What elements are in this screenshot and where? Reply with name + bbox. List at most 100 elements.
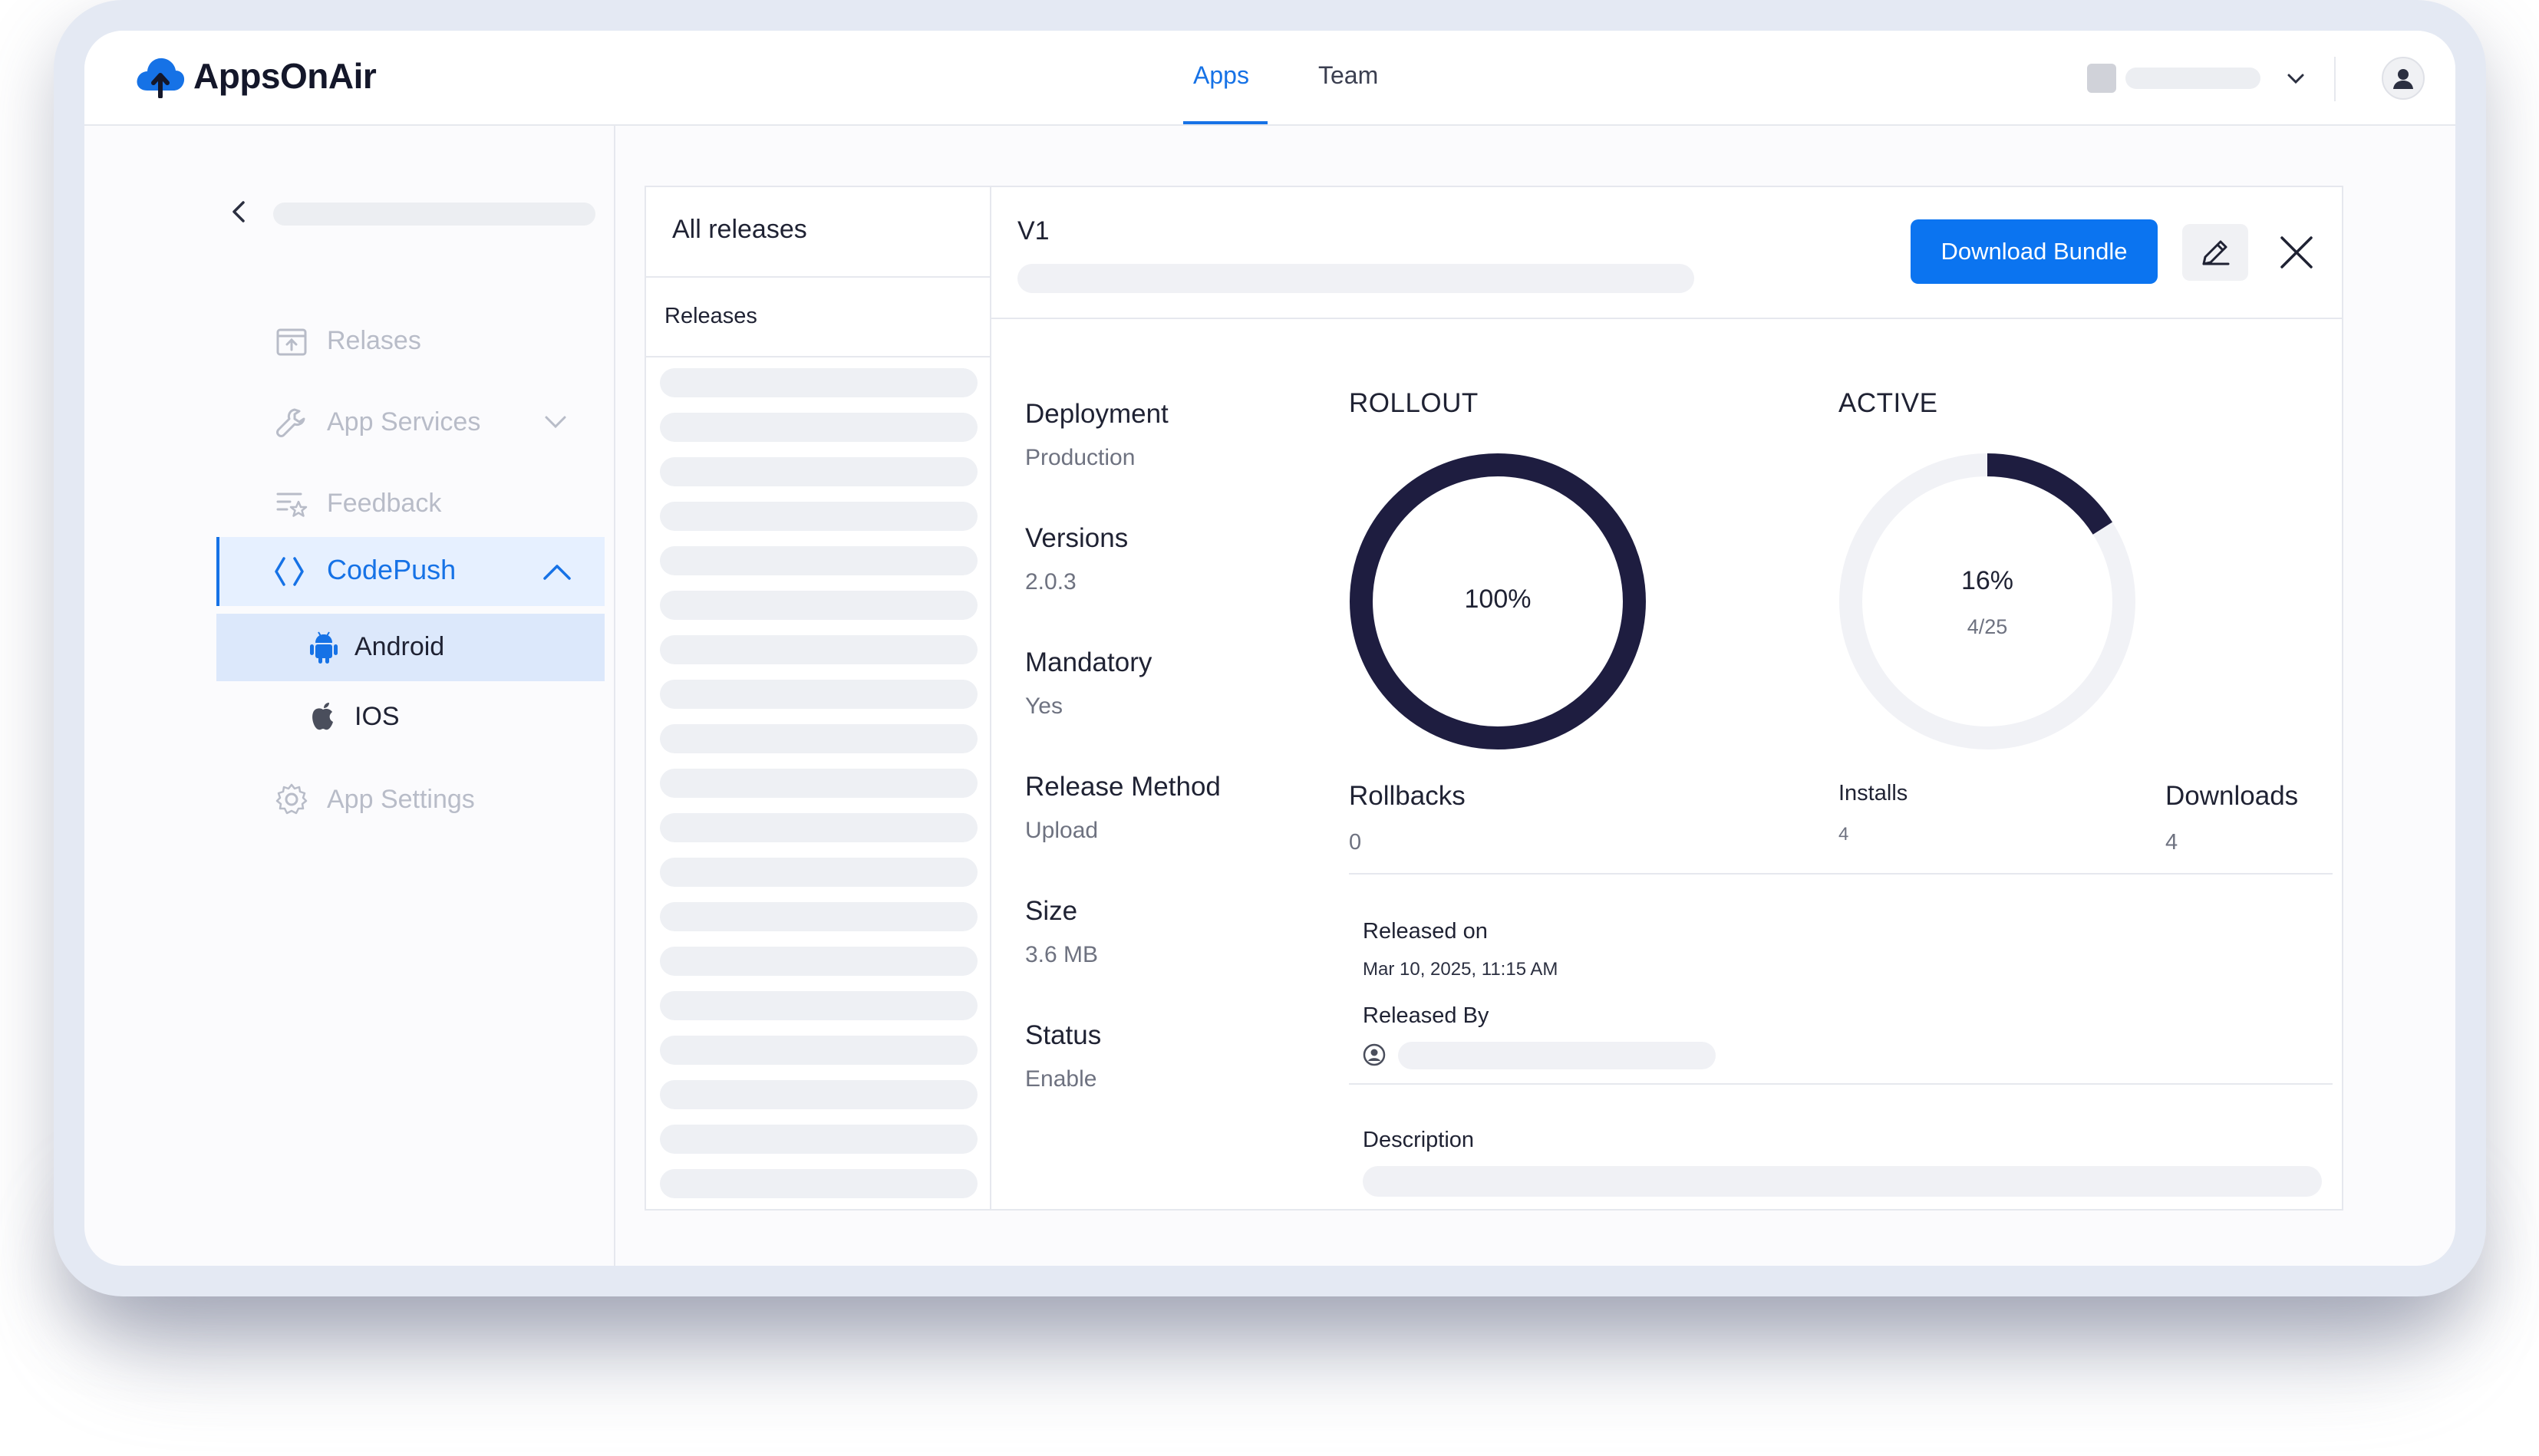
android-icon bbox=[310, 631, 338, 664]
field-value: Yes bbox=[1025, 693, 1063, 719]
sidebar-item-label: CodePush bbox=[327, 554, 457, 585]
sidebar-subitem-ios[interactable]: IOS bbox=[308, 701, 400, 732]
release-row-placeholder[interactable] bbox=[660, 1125, 978, 1154]
rollout-title: ROLLOUT bbox=[1349, 388, 1479, 418]
field-value: Upload bbox=[1025, 818, 1099, 843]
user-avatar-button[interactable] bbox=[2382, 57, 2425, 100]
sidebar-item-releases[interactable]: Relases bbox=[275, 324, 421, 357]
sidebar-item-label: App Services bbox=[327, 407, 481, 436]
app-logo[interactable]: AppsOnAir bbox=[135, 54, 377, 98]
field-label: Mandatory bbox=[1025, 647, 1152, 677]
feedback-icon bbox=[276, 492, 308, 517]
divider bbox=[991, 318, 2342, 319]
releases-list: All releases Releases bbox=[646, 187, 991, 1209]
release-row-placeholder[interactable] bbox=[660, 680, 978, 709]
download-bundle-button[interactable]: Download Bundle bbox=[1911, 219, 2158, 284]
app-screen: AppsOnAir Apps Team Relases App Services… bbox=[84, 31, 2455, 1266]
user-icon bbox=[1363, 1043, 1386, 1066]
sidebar-item-label: App Settings bbox=[327, 784, 475, 814]
back-arrow-icon[interactable] bbox=[224, 196, 255, 227]
active-title: ACTIVE bbox=[1838, 388, 1938, 418]
field-release-method: Release Method Upload bbox=[1025, 772, 1221, 844]
release-row-placeholder[interactable] bbox=[660, 591, 978, 620]
field-label: Deployment bbox=[1025, 399, 1169, 429]
close-icon[interactable] bbox=[2276, 232, 2317, 273]
sidebar-item-codepush[interactable]: CodePush bbox=[216, 537, 605, 606]
app-name-placeholder bbox=[273, 203, 595, 226]
release-row-placeholder[interactable] bbox=[660, 724, 978, 753]
org-logo[interactable] bbox=[2087, 64, 2116, 93]
divider bbox=[646, 356, 990, 357]
sidebar-item-feedback[interactable]: Feedback bbox=[275, 486, 441, 520]
sidebar: Relases App Services Feedback CodePush A… bbox=[84, 126, 615, 1266]
active-donut-chart bbox=[1839, 453, 2135, 749]
description-label: Description bbox=[1363, 1128, 1475, 1152]
release-row-placeholder[interactable] bbox=[660, 769, 978, 798]
release-row-placeholder[interactable] bbox=[660, 413, 978, 442]
released-by-label: Released By bbox=[1363, 1003, 1489, 1028]
rollbacks-label: Rollbacks bbox=[1349, 781, 1466, 811]
release-row-placeholder[interactable] bbox=[660, 858, 978, 887]
release-row-placeholder[interactable] bbox=[660, 502, 978, 531]
release-row-placeholder[interactable] bbox=[660, 457, 978, 486]
code-icon bbox=[275, 557, 304, 586]
tab-apps[interactable]: Apps bbox=[1193, 61, 1249, 90]
rollout-percent: 100% bbox=[1464, 585, 1532, 614]
org-name-placeholder[interactable] bbox=[2125, 68, 2260, 89]
user-icon bbox=[2393, 69, 2413, 89]
field-value: 2.0.3 bbox=[1025, 569, 1077, 595]
chevron-down-icon[interactable] bbox=[540, 407, 571, 437]
downloads-label: Downloads bbox=[2165, 781, 2299, 811]
release-row-placeholder[interactable] bbox=[660, 1080, 978, 1109]
wrench-icon bbox=[276, 408, 305, 437]
sidebar-subitem-label: IOS bbox=[354, 701, 400, 731]
field-label: Status bbox=[1025, 1020, 1102, 1050]
downloads-value: 4 bbox=[2165, 830, 2178, 855]
divider bbox=[646, 276, 990, 278]
field-value: Production bbox=[1025, 445, 1136, 470]
release-row-placeholder[interactable] bbox=[660, 947, 978, 976]
cloud-upload-logo-icon bbox=[137, 58, 185, 98]
apple-icon bbox=[312, 703, 333, 730]
sidebar-subitem-android[interactable]: Android bbox=[216, 614, 605, 681]
release-panel: All releases Releases V1 Download Bundle bbox=[645, 186, 2343, 1211]
release-subtitle-placeholder bbox=[1017, 264, 1694, 293]
chevron-down-icon[interactable] bbox=[2283, 66, 2309, 92]
field-label: Size bbox=[1025, 896, 1078, 926]
header-divider bbox=[2334, 57, 2336, 101]
release-row-placeholder[interactable] bbox=[660, 813, 978, 842]
installs-value: 4 bbox=[1838, 824, 1849, 845]
release-row-placeholder[interactable] bbox=[660, 991, 978, 1020]
pencil-icon bbox=[2202, 240, 2230, 265]
sidebar-item-label: Feedback bbox=[327, 488, 442, 518]
release-version-title: V1 bbox=[1017, 216, 1050, 245]
release-row-placeholder[interactable] bbox=[660, 635, 978, 664]
release-row-placeholder[interactable] bbox=[660, 1169, 978, 1198]
release-row-placeholder[interactable] bbox=[660, 1036, 978, 1065]
release-detail: V1 Download Bundle Deployment Production bbox=[991, 187, 2342, 1209]
tab-team[interactable]: Team bbox=[1318, 61, 1378, 90]
divider bbox=[1349, 873, 2333, 875]
released-on-value: Mar 10, 2025, 11:15 AM bbox=[1363, 959, 1558, 980]
released-on-label: Released on bbox=[1363, 919, 1488, 944]
sidebar-item-label: Relases bbox=[327, 325, 421, 355]
field-value: Enable bbox=[1025, 1066, 1097, 1092]
sidebar-item-app-settings[interactable]: App Settings bbox=[275, 782, 475, 816]
sidebar-item-app-services[interactable]: App Services bbox=[275, 405, 480, 439]
releases-section-label: Releases bbox=[664, 304, 757, 328]
release-row-placeholder[interactable] bbox=[660, 368, 978, 397]
field-value: 3.6 MB bbox=[1025, 942, 1099, 967]
app-name: AppsOnAir bbox=[193, 56, 377, 96]
top-bar: AppsOnAir Apps Team bbox=[84, 31, 2455, 126]
description-placeholder bbox=[1363, 1166, 2322, 1197]
chevron-up-icon[interactable] bbox=[540, 555, 574, 589]
edit-button[interactable] bbox=[2182, 224, 2248, 281]
divider bbox=[1349, 1083, 2333, 1085]
sidebar-subitem-label: Android bbox=[354, 632, 445, 661]
release-row-placeholder[interactable] bbox=[660, 902, 978, 931]
field-size: Size 3.6 MB bbox=[1025, 896, 1098, 968]
release-row-placeholder[interactable] bbox=[660, 546, 978, 575]
field-deployment: Deployment Production bbox=[1025, 399, 1169, 471]
active-tab-indicator bbox=[1183, 121, 1268, 124]
gear-icon bbox=[275, 783, 308, 815]
